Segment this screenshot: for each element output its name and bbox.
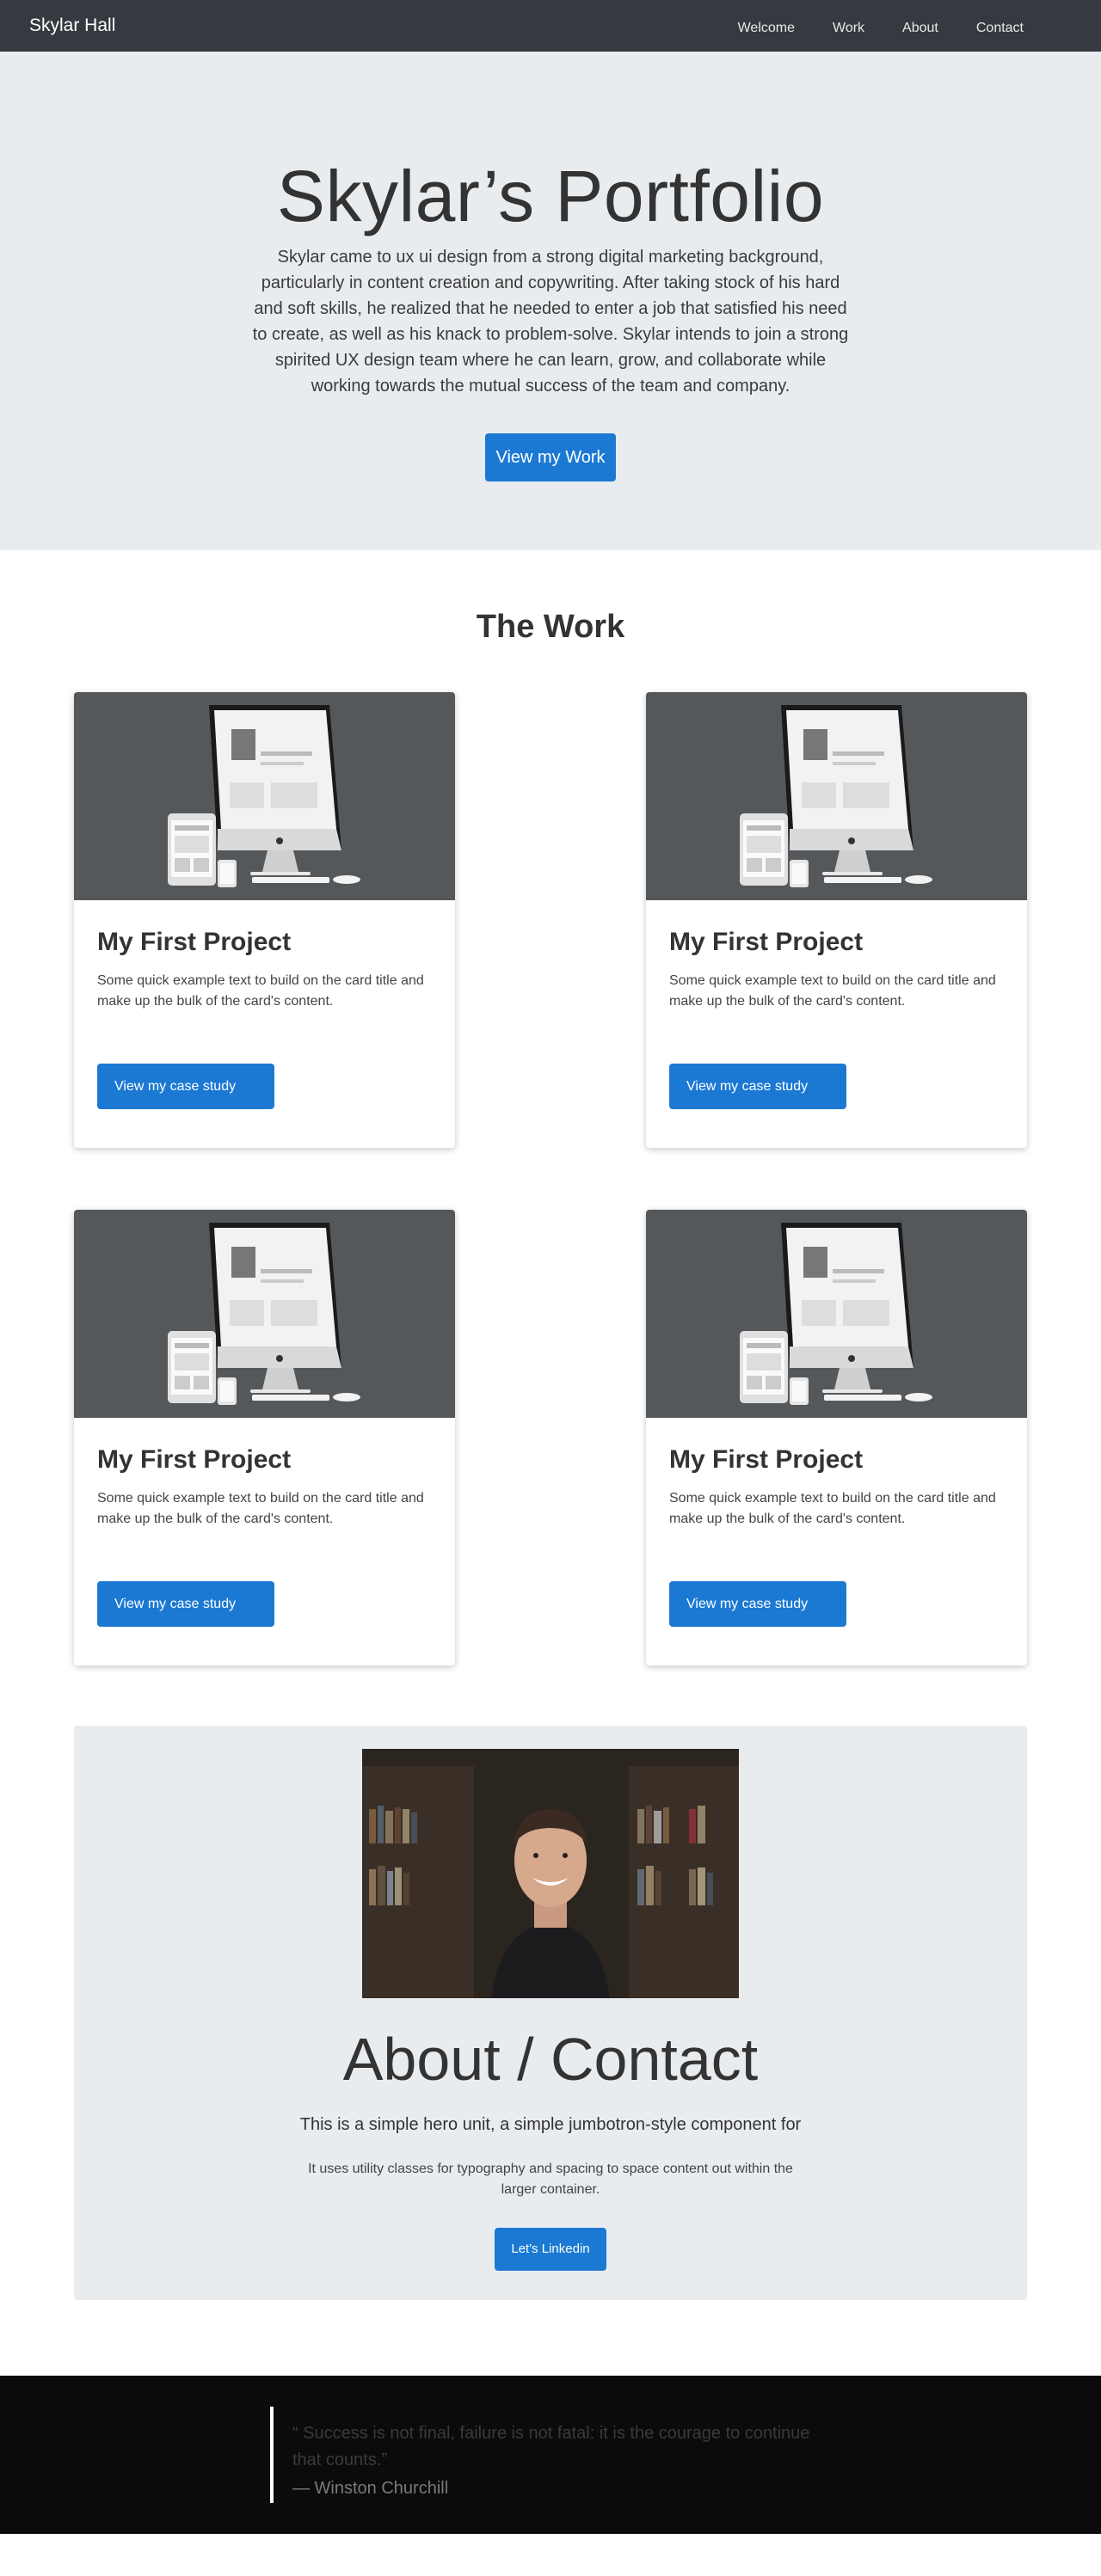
project-card: My First Project Some quick example text… <box>74 1210 455 1665</box>
nav-links: Welcome Work About Contact <box>719 21 1024 36</box>
about-lead: This is a simple hero unit, a simple jum… <box>299 2115 802 2134</box>
portrait-image <box>362 1749 739 1998</box>
nav-link-work[interactable]: Work <box>814 21 883 36</box>
desktop-mockup-icon <box>167 1223 360 1405</box>
card-title: My First Project <box>669 928 864 956</box>
quote-author: — Winston Churchill <box>292 2479 449 2498</box>
view-case-study-button[interactable]: View my case study <box>669 1064 846 1109</box>
quote-text: “ Success is not final, failure is not f… <box>292 2424 810 2469</box>
view-case-study-button[interactable]: View my case study <box>97 1064 274 1109</box>
view-case-study-button[interactable]: View my case study <box>669 1581 846 1627</box>
card-title: My First Project <box>97 1445 292 1474</box>
hero-section: Skylar’s Portfolio Skylar came to ux ui … <box>0 52 1101 550</box>
about-text: It uses utility classes for typography a… <box>308 2162 793 2197</box>
card-text: Some quick example text to build on the … <box>669 973 996 1009</box>
hero-title: Skylar’s Portfolio <box>276 156 825 236</box>
project-card: My First Project Some quick example text… <box>74 692 455 1148</box>
project-image <box>74 692 455 900</box>
work-section: The Work My First Project Some quick exa… <box>0 550 1101 1726</box>
linkedin-button[interactable]: Let's Linkedin <box>495 2228 606 2271</box>
brand-link[interactable]: Skylar Hall <box>29 15 115 36</box>
nav-link-welcome[interactable]: Welcome <box>719 21 814 36</box>
card-title: My First Project <box>97 928 292 956</box>
footer: “ Success is not final, failure is not f… <box>0 2376 1101 2534</box>
about-contact-jumbotron: About / Contact This is a simple hero un… <box>74 1726 1027 2300</box>
card-text: Some quick example text to build on the … <box>669 1491 996 1526</box>
card-body: My First Project Some quick example text… <box>646 1418 1027 1654</box>
card-text: Some quick example text to build on the … <box>97 973 424 1009</box>
card-title: My First Project <box>669 1445 864 1474</box>
view-case-study-button[interactable]: View my case study <box>97 1581 274 1627</box>
hero-description: Skylar came to ux ui design from a stron… <box>252 248 849 396</box>
project-cards: My First Project Some quick example text… <box>0 692 1101 1665</box>
work-title: The Work <box>476 609 625 645</box>
desktop-mockup-icon <box>167 705 360 887</box>
card-body: My First Project Some quick example text… <box>74 900 455 1137</box>
nav-link-about[interactable]: About <box>883 21 957 36</box>
project-image <box>74 1210 455 1418</box>
project-card: My First Project Some quick example text… <box>646 1210 1027 1665</box>
profile-photo <box>362 1749 739 1998</box>
card-body: My First Project Some quick example text… <box>646 900 1027 1137</box>
footer-quote: “ Success is not final, failure is not f… <box>270 2407 821 2503</box>
project-image <box>646 1210 1027 1418</box>
project-card: My First Project Some quick example text… <box>646 692 1027 1148</box>
view-my-work-button[interactable]: View my Work <box>485 433 616 481</box>
about-title: About / Contact <box>342 2026 759 2093</box>
desktop-mockup-icon <box>739 705 932 887</box>
desktop-mockup-icon <box>739 1223 932 1405</box>
project-image <box>646 692 1027 900</box>
card-text: Some quick example text to build on the … <box>97 1491 424 1526</box>
navbar: Skylar Hall Welcome Work About Contact <box>0 0 1101 52</box>
card-body: My First Project Some quick example text… <box>74 1418 455 1654</box>
nav-link-contact[interactable]: Contact <box>957 21 1024 36</box>
